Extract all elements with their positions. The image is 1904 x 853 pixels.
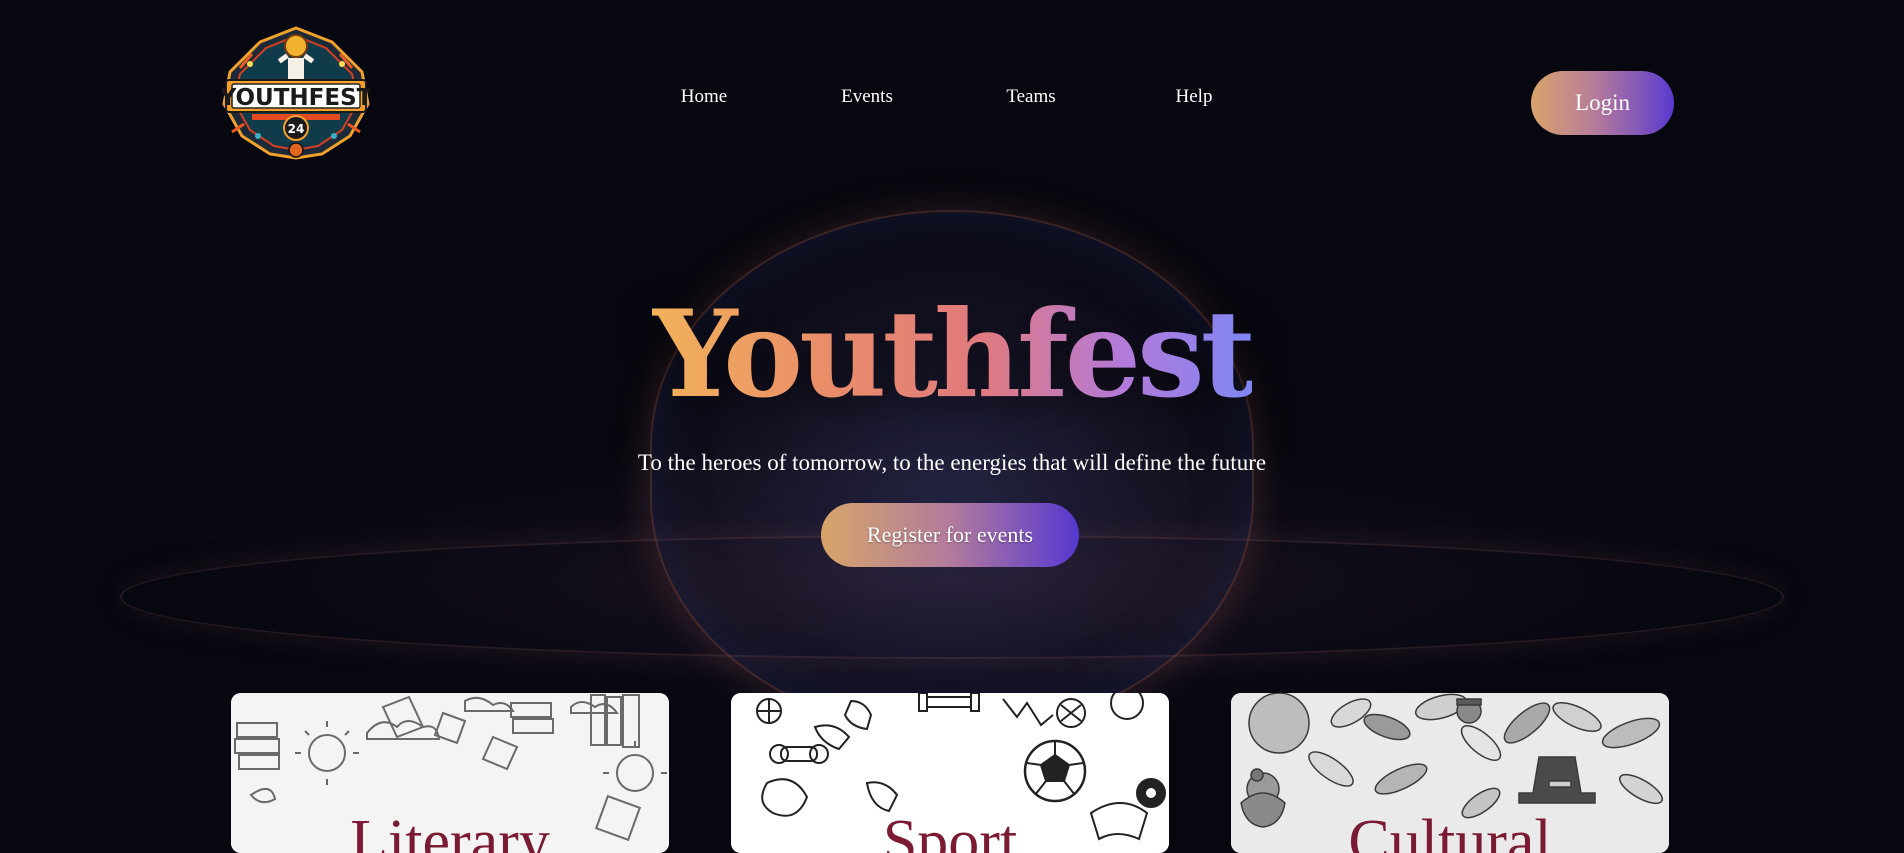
logo-year: 24: [288, 122, 305, 136]
nav-link-help[interactable]: Help: [1176, 86, 1213, 108]
nav-link-teams[interactable]: Teams: [1006, 86, 1055, 108]
nav-link-events[interactable]: Events: [841, 86, 893, 108]
category-card-literary[interactable]: Literary: [231, 693, 669, 853]
category-title-sport: Sport: [882, 808, 1018, 853]
hero-subtitle: To the heroes of tomorrow, to the energi…: [637, 450, 1267, 475]
login-button[interactable]: Login: [1531, 71, 1674, 135]
category-title-literary: Literary: [350, 808, 550, 853]
hero-title: Youthfest: [651, 284, 1256, 425]
category-card-cultural[interactable]: Cultural: [1231, 693, 1669, 853]
nav-link-home[interactable]: Home: [681, 86, 727, 108]
register-button[interactable]: Register for events: [821, 503, 1079, 567]
category-card-sport[interactable]: Sport: [731, 693, 1169, 853]
category-title-cultural: Cultural: [1348, 808, 1552, 853]
hero-title-container: Youthfest: [0, 285, 1904, 425]
